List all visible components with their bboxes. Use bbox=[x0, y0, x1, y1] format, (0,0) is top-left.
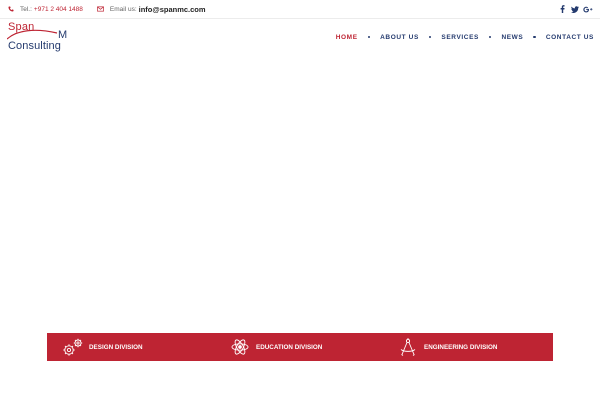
design-division-link[interactable]: DESIGN DIVISION bbox=[61, 333, 143, 361]
nav-item-services[interactable]: SERVICES bbox=[441, 34, 479, 41]
phone-number[interactable]: +971 2 404 1488 bbox=[34, 6, 83, 13]
email-contact[interactable]: Email us: info@spanmc.com bbox=[97, 5, 206, 14]
email-address[interactable]: info@spanmc.com bbox=[139, 5, 206, 14]
division-label: DESIGN DIVISION bbox=[89, 343, 143, 351]
phone-label: Tel.: bbox=[20, 5, 32, 13]
social-links bbox=[555, 0, 594, 18]
nav-item-contact-us[interactable]: CONTACT US bbox=[546, 34, 594, 41]
division-label: EDUCATION DIVISION bbox=[256, 343, 323, 351]
nav-separator bbox=[488, 35, 492, 39]
site-logo[interactable]: Span M Consulting bbox=[7, 21, 67, 55]
divisions-bar: DESIGN DIVISION EDUCATION DIVISION ENGIN… bbox=[47, 333, 553, 361]
gears-icon bbox=[61, 336, 85, 358]
education-division-link[interactable]: EDUCATION DIVISION bbox=[228, 333, 322, 361]
envelope-icon bbox=[97, 6, 104, 12]
logo-text-consulting: Consulting bbox=[8, 40, 61, 52]
nav-separator bbox=[533, 35, 536, 39]
nav-item-news[interactable]: NEWS bbox=[501, 34, 523, 41]
nav-item-about-us[interactable]: ABOUT US bbox=[380, 34, 419, 41]
nav-separator bbox=[367, 35, 371, 39]
nav-separator bbox=[428, 35, 432, 39]
facebook-icon[interactable] bbox=[556, 3, 568, 15]
logo-text-span: Span bbox=[8, 21, 35, 33]
engineering-division-link[interactable]: ENGINEERING DIVISION bbox=[396, 333, 497, 361]
atom-icon bbox=[228, 336, 252, 358]
compass-icon bbox=[396, 336, 420, 358]
phone-contact[interactable]: Tel.: +971 2 404 1488 bbox=[8, 6, 83, 13]
main-nav: HOME ABOUT US SERVICES NEWS CONTACT US bbox=[336, 32, 594, 42]
twitter-icon[interactable] bbox=[569, 3, 581, 15]
nav-item-home[interactable]: HOME bbox=[336, 34, 358, 41]
division-label: ENGINEERING DIVISION bbox=[424, 343, 498, 351]
phone-icon bbox=[8, 6, 14, 12]
top-bar: Tel.: +971 2 404 1488 Email us: info@spa… bbox=[0, 0, 600, 19]
email-label: Email us: bbox=[109, 5, 137, 13]
google-plus-icon[interactable] bbox=[582, 3, 594, 15]
